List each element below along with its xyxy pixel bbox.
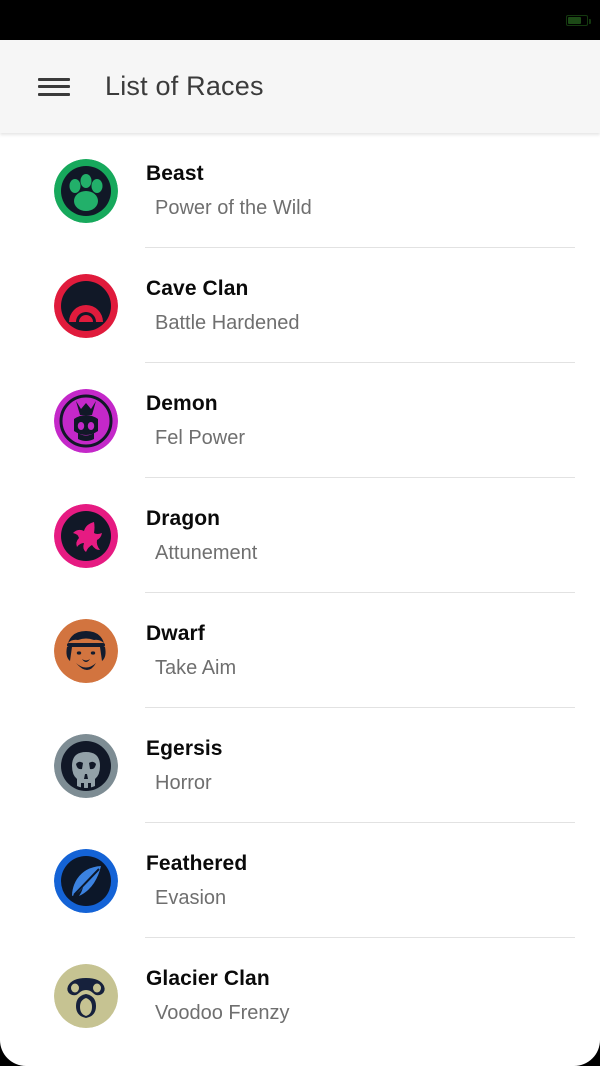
race-name: Dwarf [146, 621, 205, 645]
race-text-block: Demon Fel Power [146, 392, 600, 449]
paw-print-icon [54, 158, 118, 223]
race-name: Feathered [146, 851, 248, 875]
race-text-block: Egersis Horror [146, 737, 600, 794]
race-text-block: Beast Power of the Wild [146, 162, 600, 219]
page-title: List of Races [105, 71, 264, 101]
skull-icon [54, 733, 118, 798]
race-trait: Battle Hardened [155, 312, 300, 335]
race-list-item[interactable]: Dwarf Take Aim [0, 593, 600, 708]
race-text-block: Glacier Clan Voodoo Frenzy [146, 967, 600, 1024]
race-name: Dragon [146, 506, 221, 530]
hamburger-bar [38, 92, 70, 96]
horned-skull-icon [54, 388, 118, 453]
race-name: Demon [146, 391, 218, 415]
race-list-item[interactable]: Dragon Attunement [0, 478, 600, 593]
app-bar: List of Races [0, 40, 600, 133]
race-list-item[interactable]: Glacier Clan Voodoo Frenzy [0, 938, 600, 1053]
status-bar [0, 0, 600, 40]
hamburger-menu-icon[interactable] [38, 75, 70, 99]
race-text-block: Feathered Evasion [146, 852, 600, 909]
race-trait: Voodoo Frenzy [155, 1002, 290, 1025]
race-text-block: Cave Clan Battle Hardened [146, 277, 600, 334]
race-name: Egersis [146, 736, 223, 760]
battery-icon [566, 14, 591, 26]
feather-icon [54, 848, 118, 913]
race-list-item[interactable]: Beast Power of the Wild [0, 133, 600, 248]
race-name: Beast [146, 161, 204, 185]
dragon-icon [54, 503, 118, 568]
race-trait: Fel Power [155, 427, 246, 450]
race-list[interactable]: Beast Power of the Wild Cave Clan Battle Ha… [0, 133, 600, 1066]
hamburger-bar [38, 85, 70, 88]
race-name: Glacier Clan [146, 966, 270, 990]
app-root: List of Races Beast Power of the Wild Cave… [0, 0, 600, 1066]
hamburger-bar [38, 77, 70, 81]
race-list-item[interactable]: Feathered Evasion [0, 823, 600, 938]
tribal-mask-icon [54, 963, 118, 1028]
race-trait: Horror [155, 772, 212, 795]
cave-arch-icon [54, 273, 118, 338]
race-name: Cave Clan [146, 276, 249, 300]
race-trait: Power of the Wild [155, 197, 312, 220]
race-list-item[interactable]: Demon Fel Power [0, 363, 600, 478]
race-trait: Attunement [155, 542, 258, 565]
race-text-block: Dwarf Take Aim [146, 622, 600, 679]
race-text-block: Dragon Attunement [146, 507, 600, 564]
race-trait: Evasion [155, 887, 227, 910]
race-list-item[interactable]: Cave Clan Battle Hardened [0, 248, 600, 363]
race-list-item[interactable]: Egersis Horror [0, 708, 600, 823]
dwarf-face-icon [54, 618, 118, 683]
race-trait: Take Aim [155, 657, 237, 680]
battery-fill [568, 16, 581, 24]
